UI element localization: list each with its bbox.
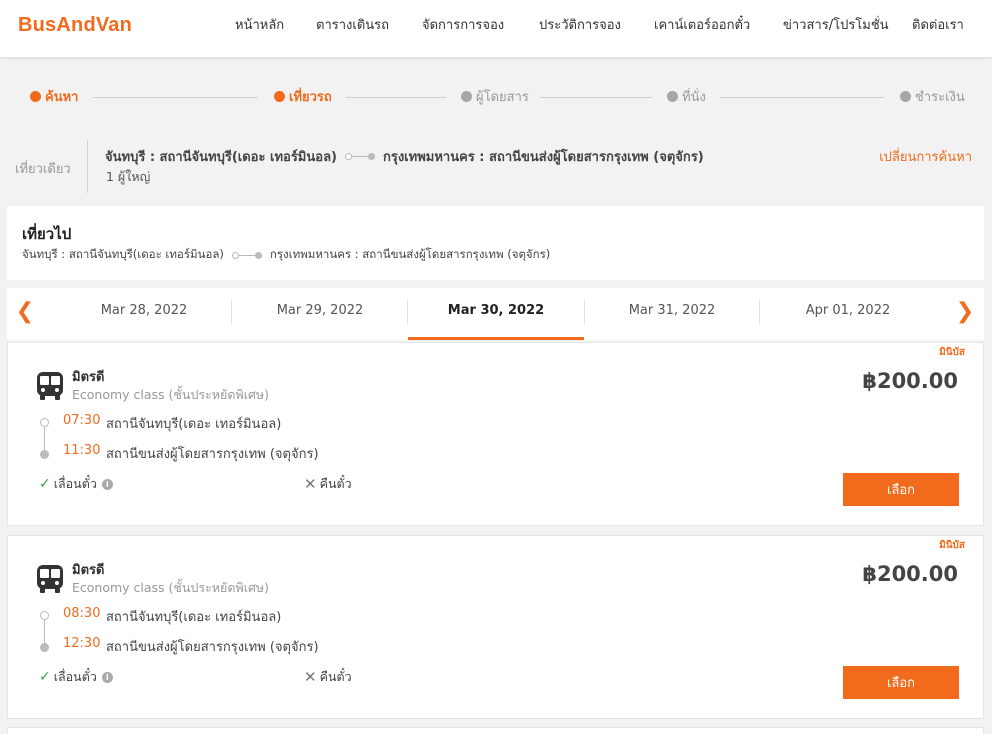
- depart-station: สถานีจันทบุรี(เดอะ เทอร์มินอล): [106, 417, 282, 432]
- nav-manage-booking[interactable]: จัดการการจอง: [422, 14, 504, 35]
- stepper-line: [346, 97, 446, 98]
- divider: [87, 140, 88, 193]
- site-logo[interactable]: BusAndVan: [18, 14, 132, 37]
- step-trip: เที่ยวรถ: [274, 86, 332, 107]
- stepper-line: [720, 97, 884, 98]
- step-search: ค้นหา: [30, 86, 78, 107]
- outbound-destination: กรุงเทพมหานคร : สถานีขนส่งผู้โดยสารกรุงเ…: [269, 247, 551, 261]
- date-tab-selected[interactable]: Mar 30, 2022: [408, 288, 584, 340]
- search-route: จันทบุรี : สถานีจันทบุรี(เดอะ เทอร์มินอล…: [105, 146, 704, 167]
- postpone-policy: ✓ เลื่อนตั๋ว i: [39, 474, 113, 494]
- depart-station: สถานีจันทบุรี(เดอะ เทอร์มินอล): [106, 610, 282, 625]
- nav-contact[interactable]: ติดต่อเรา: [912, 14, 964, 35]
- change-search-link[interactable]: เปลี่ยนการค้นหา: [879, 146, 972, 167]
- arrive-time: 12:30: [63, 636, 101, 651]
- prev-date-icon[interactable]: ❮: [13, 300, 37, 324]
- info-icon[interactable]: i: [101, 671, 113, 683]
- trip-card: มินิบัส มิตรดี Economy class (ชั้นประหยั…: [7, 535, 984, 719]
- cross-icon: ✕: [304, 668, 317, 686]
- trip-price: ฿200.00: [862, 369, 958, 393]
- step-dot-icon: [461, 91, 472, 102]
- search-destination: กรุงเทพมหานคร : สถานีขนส่งผู้โดยสารกรุงเ…: [382, 150, 704, 165]
- timeline-start-icon: [40, 611, 49, 620]
- select-trip-button[interactable]: เลือก: [843, 666, 959, 699]
- top-header: BusAndVan หน้าหลัก ตารางเดินรถ จัดการการ…: [0, 0, 992, 57]
- arrive-time: 11:30: [63, 443, 101, 458]
- date-tab[interactable]: Mar 31, 2022: [584, 288, 760, 340]
- next-date-icon[interactable]: ❯: [953, 300, 977, 324]
- route-connector-icon: [231, 251, 262, 259]
- arrive-station: สถานีขนส่งผู้โดยสารกรุงเทพ (จตุจักร): [106, 447, 319, 462]
- select-trip-button[interactable]: เลือก: [843, 473, 959, 506]
- check-icon: ✓: [39, 669, 51, 685]
- outbound-origin: จันทบุรี : สถานีจันทบุรี(เดอะ เทอร์มินอล…: [22, 247, 224, 261]
- timeline-end-icon: [40, 643, 49, 652]
- timeline-end-icon: [40, 450, 49, 459]
- outbound-summary: เที่ยวไป จันทบุรี : สถานีจันทบุรี(เดอะ เ…: [7, 206, 984, 280]
- stepper-line: [93, 97, 258, 98]
- check-icon: ✓: [39, 476, 51, 492]
- cross-icon: ✕: [304, 475, 317, 493]
- vehicle-type-badge: มินิบัส: [939, 540, 965, 551]
- trip-type: เที่ยวเดียว: [15, 162, 71, 177]
- postpone-label: เลื่อนตั๋ว: [53, 669, 97, 684]
- depart-time: 08:30: [63, 606, 101, 621]
- seat-class: Economy class (ชั้นประหยัดพิเศษ): [72, 387, 270, 402]
- search-origin: จันทบุรี : สถานีจันทบุรี(เดอะ เทอร์มินอล…: [105, 150, 337, 165]
- timeline-start-icon: [40, 418, 49, 427]
- date-selector: ❮ Mar 28, 2022 Mar 29, 2022 Mar 30, 2022…: [7, 288, 984, 340]
- refund-label: คืนตั๋ว: [319, 669, 352, 684]
- nav-booking-history[interactable]: ประวัติการจอง: [539, 14, 621, 35]
- seat-class: Economy class (ชั้นประหยัดพิเศษ): [72, 580, 270, 595]
- refund-label: คืนตั๋ว: [319, 476, 352, 491]
- outbound-title: เที่ยวไป: [22, 225, 72, 243]
- step-dot-icon: [900, 91, 911, 102]
- step-payment: ชำระเงิน: [900, 86, 965, 107]
- bus-icon: [37, 372, 63, 400]
- operator-name: มิตรดี: [72, 563, 105, 578]
- nav-ticket-counter[interactable]: เคาน์เตอร์ออกตั๋ว: [654, 14, 750, 35]
- vehicle-type-badge: มินิบัส: [939, 347, 965, 358]
- nav-schedule[interactable]: ตารางเดินรถ: [316, 14, 389, 35]
- step-dot-icon: [274, 91, 285, 102]
- operator-name: มิตรดี: [72, 370, 105, 385]
- date-tab[interactable]: Apr 01, 2022: [760, 288, 936, 340]
- trip-price: ฿200.00: [862, 562, 958, 586]
- step-seat: ที่นั่ง: [667, 86, 706, 107]
- info-icon[interactable]: i: [101, 478, 113, 490]
- passenger-count: 1 ผู้ใหญ่: [106, 169, 151, 184]
- step-passenger: ผู้โดยสาร: [461, 86, 529, 107]
- outbound-route: จันทบุรี : สถานีจันทบุรี(เดอะ เทอร์มินอล…: [22, 246, 550, 264]
- step-dot-icon: [667, 91, 678, 102]
- postpone-policy: ✓ เลื่อนตั๋ว i: [39, 667, 113, 687]
- nav-news-promotion[interactable]: ข่าวสาร/โปรโมชั่น: [783, 14, 889, 35]
- route-connector-icon: [344, 153, 375, 160]
- date-tab[interactable]: Mar 28, 2022: [56, 288, 232, 340]
- trip-card-partial: [7, 727, 984, 734]
- refund-policy: ✕ คืนตั๋ว: [304, 474, 352, 494]
- postpone-label: เลื่อนตั๋ว: [53, 476, 97, 491]
- bus-icon: [37, 565, 63, 593]
- stepper-line: [540, 97, 652, 98]
- timeline-line: [44, 620, 45, 644]
- arrive-station: สถานีขนส่งผู้โดยสารกรุงเทพ (จตุจักร): [106, 640, 319, 655]
- nav-home[interactable]: หน้าหลัก: [235, 14, 284, 35]
- date-tab[interactable]: Mar 29, 2022: [232, 288, 408, 340]
- refund-policy: ✕ คืนตั๋ว: [304, 667, 352, 687]
- depart-time: 07:30: [63, 413, 101, 428]
- trip-card: มินิบัส มิตรดี Economy class (ชั้นประหยั…: [7, 342, 984, 526]
- step-dot-icon: [30, 91, 41, 102]
- timeline-line: [44, 427, 45, 451]
